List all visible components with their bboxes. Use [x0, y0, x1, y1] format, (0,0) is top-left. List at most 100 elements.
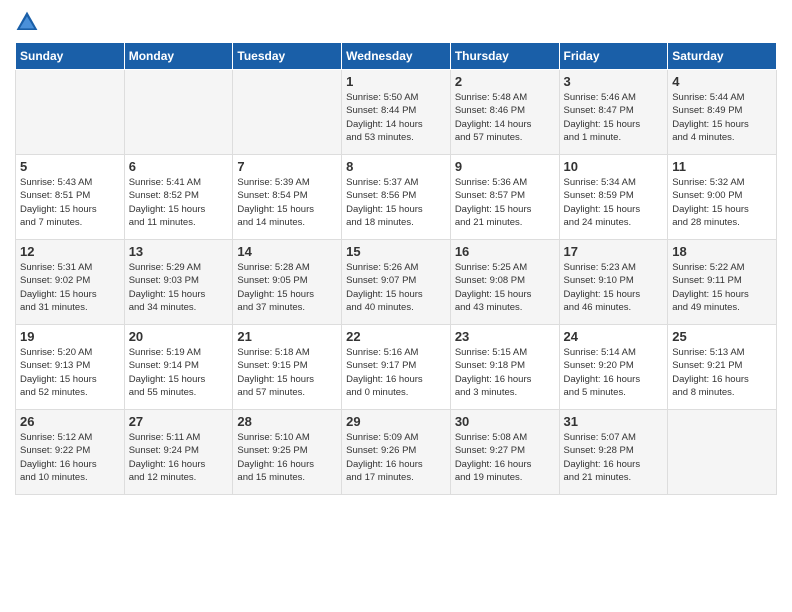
day-info: Sunrise: 5:11 AM Sunset: 9:24 PM Dayligh…: [129, 431, 229, 484]
day-cell: 2 Sunrise: 5:48 AM Sunset: 8:46 PM Daylig…: [450, 70, 559, 155]
day-number: 22: [346, 329, 446, 344]
day-cell: 24 Sunrise: 5:14 AM Sunset: 9:20 PM Dayli…: [559, 325, 668, 410]
day-number: 29: [346, 414, 446, 429]
day-info: Sunrise: 5:46 AM Sunset: 8:47 PM Dayligh…: [564, 91, 664, 144]
day-info: Sunrise: 5:13 AM Sunset: 9:21 PM Dayligh…: [672, 346, 772, 399]
day-info: Sunrise: 5:07 AM Sunset: 9:28 PM Dayligh…: [564, 431, 664, 484]
day-number: 11: [672, 159, 772, 174]
day-info: Sunrise: 5:34 AM Sunset: 8:59 PM Dayligh…: [564, 176, 664, 229]
day-cell: 12 Sunrise: 5:31 AM Sunset: 9:02 PM Dayli…: [16, 240, 125, 325]
day-info: Sunrise: 5:25 AM Sunset: 9:08 PM Dayligh…: [455, 261, 555, 314]
day-cell: 25 Sunrise: 5:13 AM Sunset: 9:21 PM Dayli…: [668, 325, 777, 410]
day-number: 31: [564, 414, 664, 429]
day-info: Sunrise: 5:43 AM Sunset: 8:51 PM Dayligh…: [20, 176, 120, 229]
day-cell: 14 Sunrise: 5:28 AM Sunset: 9:05 PM Dayli…: [233, 240, 342, 325]
day-cell: 18Sunrise: 5:22 AM Sunset: 9:11 PM Dayli…: [668, 240, 777, 325]
col-header-monday: Monday: [124, 43, 233, 70]
week-row-5: 26 Sunrise: 5:12 AM Sunset: 9:22 PM Dayli…: [16, 410, 777, 495]
day-number: 25: [672, 329, 772, 344]
day-cell: 13Sunrise: 5:29 AM Sunset: 9:03 PM Dayli…: [124, 240, 233, 325]
day-number: 10: [564, 159, 664, 174]
day-info: Sunrise: 5:15 AM Sunset: 9:18 PM Dayligh…: [455, 346, 555, 399]
day-cell: 4 Sunrise: 5:44 AM Sunset: 8:49 PM Daylig…: [668, 70, 777, 155]
day-info: Sunrise: 5:16 AM Sunset: 9:17 PM Dayligh…: [346, 346, 446, 399]
day-number: 20: [129, 329, 229, 344]
day-info: Sunrise: 5:08 AM Sunset: 9:27 PM Dayligh…: [455, 431, 555, 484]
calendar-table: SundayMondayTuesdayWednesdayThursdayFrid…: [15, 42, 777, 495]
day-number: 26: [20, 414, 120, 429]
day-number: 9: [455, 159, 555, 174]
day-cell: 27Sunrise: 5:11 AM Sunset: 9:24 PM Dayli…: [124, 410, 233, 495]
day-number: 8: [346, 159, 446, 174]
day-info: Sunrise: 5:41 AM Sunset: 8:52 PM Dayligh…: [129, 176, 229, 229]
day-number: 17: [564, 244, 664, 259]
day-number: 28: [237, 414, 337, 429]
day-cell: [668, 410, 777, 495]
day-cell: 23 Sunrise: 5:15 AM Sunset: 9:18 PM Dayli…: [450, 325, 559, 410]
day-cell: 11Sunrise: 5:32 AM Sunset: 9:00 PM Dayli…: [668, 155, 777, 240]
day-info: Sunrise: 5:19 AM Sunset: 9:14 PM Dayligh…: [129, 346, 229, 399]
day-cell: 3 Sunrise: 5:46 AM Sunset: 8:47 PM Daylig…: [559, 70, 668, 155]
day-info: Sunrise: 5:28 AM Sunset: 9:05 PM Dayligh…: [237, 261, 337, 314]
col-header-wednesday: Wednesday: [342, 43, 451, 70]
day-cell: 1 Sunrise: 5:50 AM Sunset: 8:44 PM Daylig…: [342, 70, 451, 155]
day-number: 19: [20, 329, 120, 344]
day-cell: 7Sunrise: 5:39 AM Sunset: 8:54 PM Daylig…: [233, 155, 342, 240]
week-row-1: 1 Sunrise: 5:50 AM Sunset: 8:44 PM Daylig…: [16, 70, 777, 155]
day-info: Sunrise: 5:31 AM Sunset: 9:02 PM Dayligh…: [20, 261, 120, 314]
day-info: Sunrise: 5:14 AM Sunset: 9:20 PM Dayligh…: [564, 346, 664, 399]
day-cell: 8Sunrise: 5:37 AM Sunset: 8:56 PM Daylig…: [342, 155, 451, 240]
day-number: 3: [564, 74, 664, 89]
week-row-2: 5Sunrise: 5:43 AM Sunset: 8:51 PM Daylig…: [16, 155, 777, 240]
logo-icon: [15, 10, 39, 34]
day-cell: [124, 70, 233, 155]
day-cell: 17Sunrise: 5:23 AM Sunset: 9:10 PM Dayli…: [559, 240, 668, 325]
day-info: Sunrise: 5:18 AM Sunset: 9:15 PM Dayligh…: [237, 346, 337, 399]
week-row-4: 19 Sunrise: 5:20 AM Sunset: 9:13 PM Dayli…: [16, 325, 777, 410]
day-number: 4: [672, 74, 772, 89]
day-info: Sunrise: 5:20 AM Sunset: 9:13 PM Dayligh…: [20, 346, 120, 399]
day-cell: 9 Sunrise: 5:36 AM Sunset: 8:57 PM Daylig…: [450, 155, 559, 240]
day-info: Sunrise: 5:09 AM Sunset: 9:26 PM Dayligh…: [346, 431, 446, 484]
week-row-3: 12 Sunrise: 5:31 AM Sunset: 9:02 PM Dayli…: [16, 240, 777, 325]
day-number: 23: [455, 329, 555, 344]
page-header: [15, 10, 777, 34]
day-cell: [16, 70, 125, 155]
header-row: SundayMondayTuesdayWednesdayThursdayFrid…: [16, 43, 777, 70]
day-number: 7: [237, 159, 337, 174]
day-number: 12: [20, 244, 120, 259]
day-info: Sunrise: 5:48 AM Sunset: 8:46 PM Dayligh…: [455, 91, 555, 144]
day-cell: 22 Sunrise: 5:16 AM Sunset: 9:17 PM Dayli…: [342, 325, 451, 410]
day-number: 15: [346, 244, 446, 259]
day-number: 2: [455, 74, 555, 89]
day-number: 18: [672, 244, 772, 259]
day-number: 1: [346, 74, 446, 89]
day-number: 16: [455, 244, 555, 259]
day-number: 24: [564, 329, 664, 344]
day-number: 14: [237, 244, 337, 259]
col-header-thursday: Thursday: [450, 43, 559, 70]
logo: [15, 10, 43, 34]
day-cell: 31 Sunrise: 5:07 AM Sunset: 9:28 PM Dayli…: [559, 410, 668, 495]
day-info: Sunrise: 5:36 AM Sunset: 8:57 PM Dayligh…: [455, 176, 555, 229]
day-info: Sunrise: 5:26 AM Sunset: 9:07 PM Dayligh…: [346, 261, 446, 314]
col-header-tuesday: Tuesday: [233, 43, 342, 70]
day-cell: 21 Sunrise: 5:18 AM Sunset: 9:15 PM Dayli…: [233, 325, 342, 410]
day-info: Sunrise: 5:44 AM Sunset: 8:49 PM Dayligh…: [672, 91, 772, 144]
day-cell: 6 Sunrise: 5:41 AM Sunset: 8:52 PM Daylig…: [124, 155, 233, 240]
day-info: Sunrise: 5:50 AM Sunset: 8:44 PM Dayligh…: [346, 91, 446, 144]
day-cell: 20 Sunrise: 5:19 AM Sunset: 9:14 PM Dayli…: [124, 325, 233, 410]
day-cell: [233, 70, 342, 155]
day-info: Sunrise: 5:12 AM Sunset: 9:22 PM Dayligh…: [20, 431, 120, 484]
col-header-saturday: Saturday: [668, 43, 777, 70]
col-header-friday: Friday: [559, 43, 668, 70]
col-header-sunday: Sunday: [16, 43, 125, 70]
day-info: Sunrise: 5:29 AM Sunset: 9:03 PM Dayligh…: [129, 261, 229, 314]
day-cell: 5Sunrise: 5:43 AM Sunset: 8:51 PM Daylig…: [16, 155, 125, 240]
day-cell: 30Sunrise: 5:08 AM Sunset: 9:27 PM Dayli…: [450, 410, 559, 495]
day-cell: 15 Sunrise: 5:26 AM Sunset: 9:07 PM Dayli…: [342, 240, 451, 325]
day-cell: 10 Sunrise: 5:34 AM Sunset: 8:59 PM Dayli…: [559, 155, 668, 240]
day-number: 21: [237, 329, 337, 344]
day-info: Sunrise: 5:10 AM Sunset: 9:25 PM Dayligh…: [237, 431, 337, 484]
day-number: 6: [129, 159, 229, 174]
